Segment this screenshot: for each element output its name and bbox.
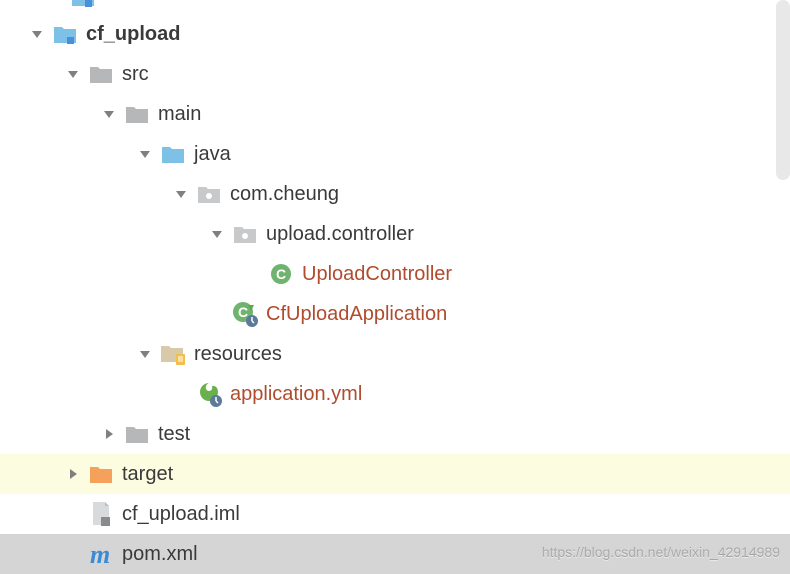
- tree-node-label: test: [158, 423, 190, 446]
- excluded-folder-icon: [88, 461, 114, 487]
- tree-node-label: pom.xml: [122, 543, 198, 566]
- folder-icon: [124, 421, 150, 447]
- tree-node-main[interactable]: main: [0, 94, 790, 134]
- expand-arrow-icon[interactable]: [66, 67, 80, 81]
- tree-node-label: application.yml: [230, 383, 362, 406]
- tree-node-target[interactable]: target: [0, 454, 790, 494]
- tree-node-application-yml[interactable]: application.yml: [0, 374, 790, 414]
- expand-arrow-icon[interactable]: [174, 187, 188, 201]
- tree-node-resources[interactable]: resources: [0, 334, 790, 374]
- tree-node-label: target: [122, 463, 173, 486]
- tree-node-label: cf_upload.iml: [122, 503, 240, 526]
- collapse-arrow-icon[interactable]: [66, 467, 80, 481]
- svg-text:C: C: [238, 304, 248, 320]
- tree-node-cf-upload-application[interactable]: C CfUploadApplication: [0, 294, 790, 334]
- resources-folder-icon: [160, 341, 186, 367]
- module-icon: [70, 0, 96, 10]
- spring-config-icon: [196, 381, 222, 407]
- spring-boot-app-icon: C: [232, 301, 258, 327]
- package-icon: [232, 221, 258, 247]
- package-icon: [196, 181, 222, 207]
- tree-node-src[interactable]: src: [0, 54, 790, 94]
- expand-arrow-icon[interactable]: [138, 147, 152, 161]
- tree-node-label: cf_upload: [86, 23, 180, 46]
- folder-icon: [124, 101, 150, 127]
- tree-node-upload-controller[interactable]: C UploadController: [0, 254, 790, 294]
- tree-node-label: main: [158, 103, 201, 126]
- tree-node-project[interactable]: cf_upload: [0, 14, 790, 54]
- module-icon: [52, 21, 78, 47]
- tree-node-label: resources: [194, 343, 282, 366]
- tree-node-package-root[interactable]: com.cheung: [0, 174, 790, 214]
- watermark-text: https://blog.csdn.net/weixin_42914989: [542, 544, 780, 560]
- expand-arrow-icon[interactable]: [102, 107, 116, 121]
- svg-text:C: C: [276, 266, 286, 282]
- tree-node-test[interactable]: test: [0, 414, 790, 454]
- tree-node-label: com.cheung: [230, 183, 339, 206]
- tree-node-label: src: [122, 63, 149, 86]
- tree-node-iml[interactable]: cf_upload.iml: [0, 494, 790, 534]
- tree-node-label: CfUploadApplication: [266, 303, 447, 326]
- folder-icon: [88, 61, 114, 87]
- tree-node-java[interactable]: java: [0, 134, 790, 174]
- expand-arrow-icon[interactable]: [30, 27, 44, 41]
- expand-arrow-icon[interactable]: [138, 347, 152, 361]
- expand-arrow-icon[interactable]: [210, 227, 224, 241]
- source-folder-icon: [160, 141, 186, 167]
- tree-node-label: UploadController: [302, 263, 452, 286]
- svg-text:m: m: [90, 541, 110, 567]
- tree-node-label: upload.controller: [266, 223, 414, 246]
- tree-node-label: java: [194, 143, 231, 166]
- java-class-icon: C: [268, 261, 294, 287]
- collapse-arrow-icon[interactable]: [102, 427, 116, 441]
- vertical-scrollbar[interactable]: [776, 0, 790, 180]
- tree-node-package-controller[interactable]: upload.controller: [0, 214, 790, 254]
- iml-file-icon: [88, 501, 114, 527]
- maven-pom-icon: m: [88, 541, 114, 567]
